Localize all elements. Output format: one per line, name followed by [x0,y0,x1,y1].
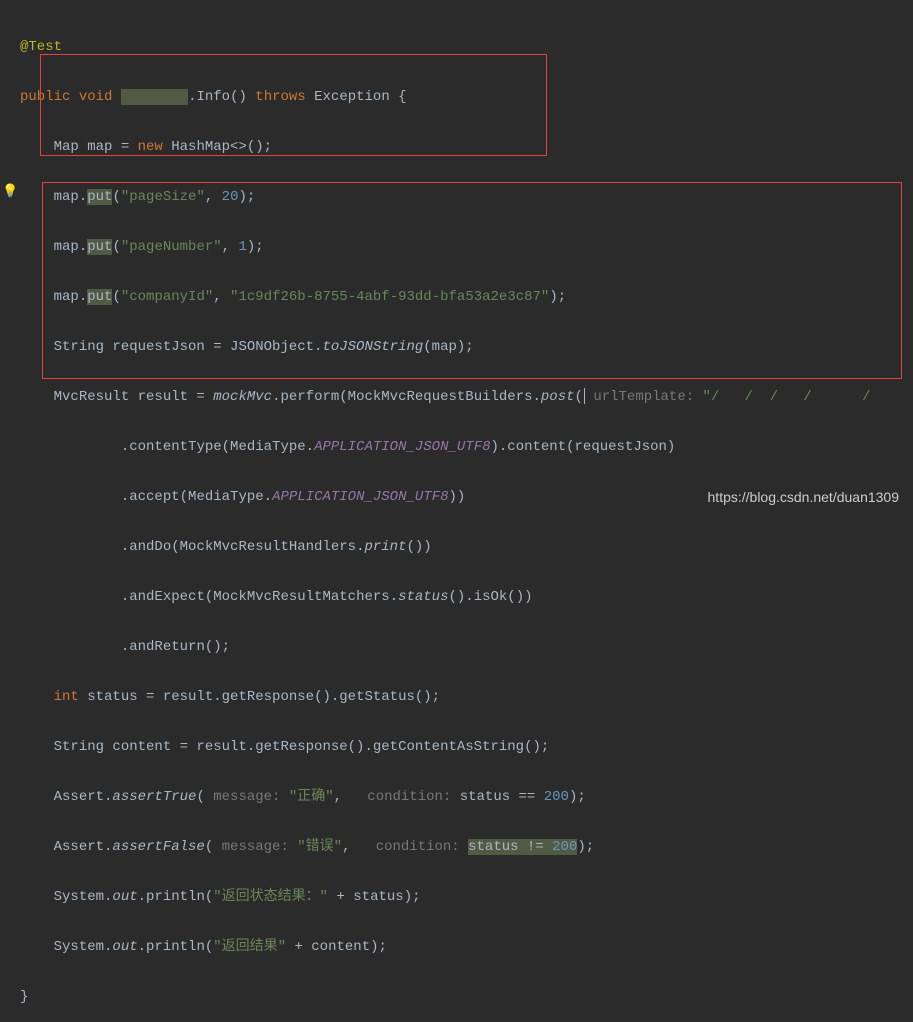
code-line: @Test [20,35,913,60]
code-line: String requestJson = JSONObject.toJSONSt… [20,335,913,360]
watermark: https://blog.csdn.net/duan1309 [708,489,899,505]
code-line: int status = result.getResponse().getSta… [20,685,913,710]
code-line: .contentType(MediaType.APPLICATION_JSON_… [20,435,913,460]
code-line: Map map = new HashMap<>(); [20,135,913,160]
code-line: map.put("pageSize", 20); [20,185,913,210]
code-line: .andExpect(MockMvcResultMatchers.status(… [20,585,913,610]
code-line: String content = result.getResponse().ge… [20,735,913,760]
code-line: Assert.assertTrue( message: "正确", condit… [20,785,913,810]
code-line: } [20,985,913,1010]
code-line: .andDo(MockMvcResultHandlers.print()) [20,535,913,560]
code-editor[interactable]: @Test public void .Info() throws Excepti… [0,0,913,1022]
intention-bulb-icon[interactable]: 💡 [2,184,16,198]
code-line: System.out.println("返回状态结果：" + status); [20,885,913,910]
code-line: public void .Info() throws Exception { [20,85,913,110]
code-line: System.out.println("返回结果" + content); [20,935,913,960]
code-line: MvcResult result = mockMvc.perform(MockM… [20,385,913,410]
code-line: Assert.assertFalse( message: "错误", condi… [20,835,913,860]
code-line: map.put("companyId", "1c9df26b-8755-4abf… [20,285,913,310]
code-line: map.put("pageNumber", 1); [20,235,913,260]
code-line: .andReturn(); [20,635,913,660]
